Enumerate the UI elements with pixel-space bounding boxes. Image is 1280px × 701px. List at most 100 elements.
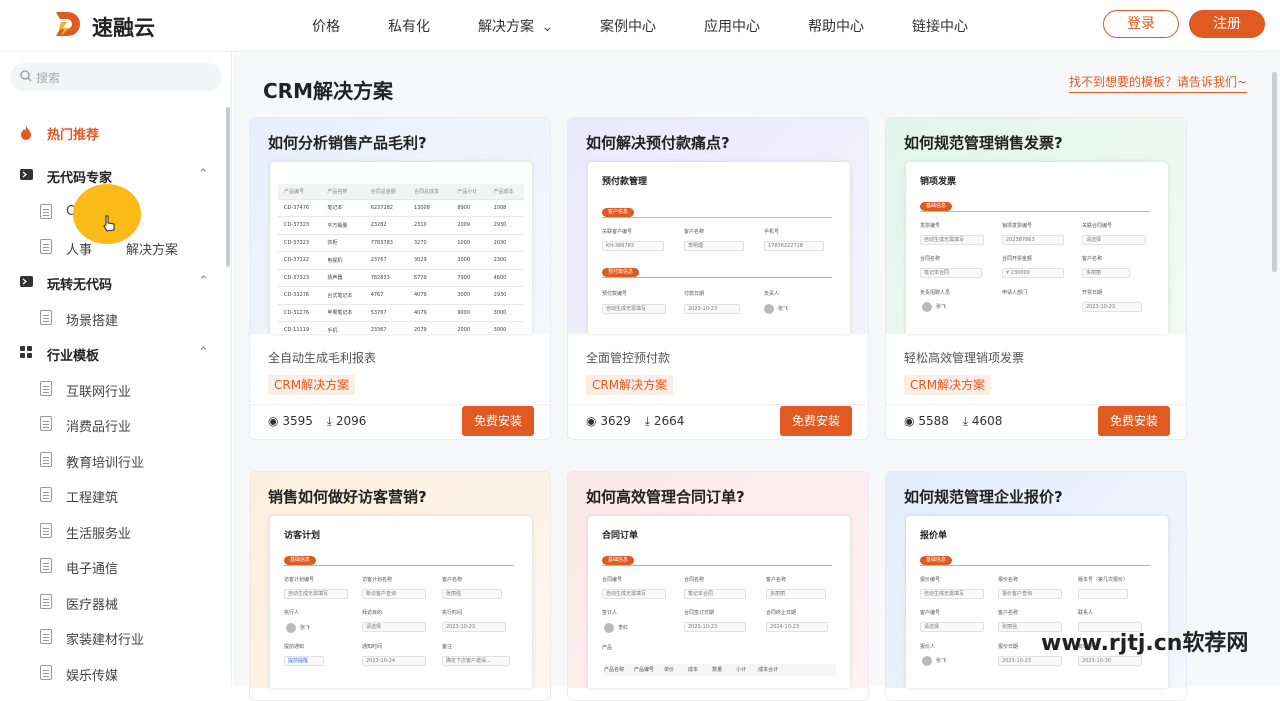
document-icon <box>40 594 52 609</box>
view-count: 5588 <box>918 414 949 428</box>
column-header: 产品名称 <box>604 667 625 673</box>
field-value: 张飞 <box>300 625 311 631</box>
field-value: 17836222728 <box>764 241 824 251</box>
card-stats: ◉ 5588 ⤓ 4608 <box>904 414 1002 429</box>
field-label: 销项发票编号 <box>1002 223 1033 229</box>
template-card[interactable]: 销售如何做好访客营销? 访客计划 基础信息 访客计划编号 自动生成无需填写 访客… <box>249 471 551 701</box>
table-row: CD-37323 衣柜 7783783 3270 1000 2030 <box>278 234 524 252</box>
preview-form-title: 报价单 <box>920 531 948 541</box>
nav-apps[interactable]: 应用中心 <box>704 16 760 36</box>
card-stats: ◉ 3629 ⤓ 2664 <box>586 414 684 429</box>
template-card[interactable]: 如何高效管理合同订单? 合同订单 基础信息 合同编号 自动生成无需填写 合同名称… <box>567 471 869 701</box>
card-description: 全面管控预付款 <box>586 351 671 365</box>
cell: CD-37122 <box>278 251 322 270</box>
sidebar-item-label: 生活服务业 <box>66 527 132 542</box>
nav-links[interactable]: 链接中心 <box>912 16 968 36</box>
card-stats: ◉ 3595 ⤓ 2096 <box>268 414 366 429</box>
login-button[interactable]: 登录 <box>1103 10 1179 38</box>
table-row: CD-11119 手机 23367 2079 2000 3000 <box>278 321 524 334</box>
cell: 衣柜 <box>321 234 365 252</box>
page-title: CRM解决方案 <box>263 79 393 103</box>
sidebar-item-label: 人事 <box>66 243 93 258</box>
column-header: 单价 <box>664 667 675 673</box>
nav-cases[interactable]: 案例中心 <box>600 16 656 36</box>
field-label: 合同名称 <box>920 256 941 262</box>
document-icon <box>40 452 52 467</box>
nav-pricing[interactable]: 价格 <box>312 16 340 36</box>
section-label: 无代码专家 <box>47 171 113 186</box>
install-button[interactable]: 免费安装 <box>462 406 534 436</box>
sidebar-item-label: 工程建筑 <box>66 491 119 506</box>
nav-help[interactable]: 帮助中心 <box>808 16 864 36</box>
sidebar-item-label: 互联网行业 <box>66 385 132 400</box>
field-value: 自动生成无需填写 <box>602 304 666 314</box>
field-value: 2023-10-23 <box>684 622 746 632</box>
chevron-up-icon[interactable]: ⌃ <box>198 167 209 182</box>
field-value: ¥ 230000 <box>1002 268 1064 278</box>
field-value: 张丽强 <box>442 589 502 599</box>
field-value: KH-386783 <box>602 241 664 251</box>
field-label: 客户名称 <box>766 577 787 583</box>
sidebar-scrollbar[interactable] <box>226 107 230 267</box>
preview-section-badge: 基础信息 <box>920 202 953 211</box>
cell: 13008 <box>408 199 452 217</box>
terminal-icon <box>20 276 33 287</box>
register-button[interactable]: 注册 <box>1189 10 1265 38</box>
table-header: 产品成本 <box>487 184 524 200</box>
field-value: 报价客户查询 <box>998 589 1062 599</box>
field-value: 多丽丽 <box>1082 268 1130 278</box>
preview-section-badge: 基础信息 <box>602 556 635 565</box>
divider <box>920 565 1150 566</box>
divider <box>602 565 832 566</box>
top-navbar: 速融云 价格 私有化 解决方案 ⌄ 案例中心 应用中心 帮助中心 链接中心 登录… <box>0 0 1280 52</box>
card-description: 全自动生成毛利报表 <box>268 351 377 365</box>
nav-solutions-label: 解决方案 <box>478 19 534 35</box>
preview-form-title: 销项发票 <box>920 177 957 187</box>
cell: 笔记本 <box>321 199 365 217</box>
nav-private-deploy[interactable]: 私有化 <box>388 16 430 36</box>
search-input[interactable]: 搜索 <box>10 63 222 91</box>
field-value: 自动生成无需填写 <box>920 235 984 245</box>
download-icon: ⤓ <box>962 414 968 428</box>
field-value: 2023-10-23 <box>442 622 506 632</box>
brand-logo-icon[interactable] <box>52 9 84 39</box>
chevron-up-icon[interactable]: ⌃ <box>198 274 209 289</box>
cell: 2079 <box>408 321 452 334</box>
template-card[interactable]: 如何规范管理企业报价? 报价单 基础信息 报价编号 自动生成无需填写 报价名称 … <box>885 471 1187 701</box>
request-template-link[interactable]: 找不到想要的模板？请告诉我们~ <box>1069 73 1248 93</box>
field-value: 请选择 <box>1082 235 1146 245</box>
field-value: 2024-10-23 <box>766 622 828 632</box>
avatar <box>286 623 296 633</box>
document-icon <box>40 665 52 680</box>
field-value: 张飞 <box>778 306 789 312</box>
field-value: 2023-10-30 <box>1078 656 1142 666</box>
chevron-down-icon: ⌄ <box>541 19 554 35</box>
sidebar-item-label: 医疗器械 <box>66 598 119 613</box>
field-value: 新访客户查询 <box>362 589 426 599</box>
template-card[interactable]: 如何解决预付款痛点? 预付款管理 客户信息 关联客户编号 KH-386783 客… <box>567 117 869 440</box>
field-value <box>1078 589 1128 599</box>
column-header: 成本 <box>688 667 699 673</box>
template-card[interactable]: 如何分析销售产品毛利? 产品编号 产品名称 合同总金额 合同总成本 产品小计 产… <box>249 117 551 440</box>
field-value: 2023-10-23 <box>998 656 1062 666</box>
install-button[interactable]: 免费安装 <box>780 406 852 436</box>
brand-name[interactable]: 速融云 <box>92 12 155 42</box>
install-button[interactable]: 免费安装 <box>1098 406 1170 436</box>
document-icon <box>40 310 52 325</box>
preview-section-badge: 客户信息 <box>602 208 635 217</box>
avatar <box>922 656 932 666</box>
table-header: 合同总金额 <box>364 184 408 200</box>
template-card[interactable]: 如何规范管理销售发票? 销项发票 基础信息 发票编号 自动生成无需填写 销项发票… <box>885 117 1187 440</box>
table-row: CD-31276 苹果笔记本 53767 4079 9000 3000 <box>278 304 524 322</box>
table-header: 合同总成本 <box>408 184 452 200</box>
cell: 3000 <box>487 304 524 322</box>
section-label: 行业模板 <box>47 349 100 364</box>
section-label: 玩转无代码 <box>47 278 113 293</box>
cell: 平方销量 <box>321 216 365 235</box>
main-scrollbar[interactable] <box>1272 72 1277 272</box>
document-icon <box>40 204 52 219</box>
field-label: 关联客户编号 <box>602 229 633 235</box>
nav-solutions[interactable]: 解决方案 ⌄ <box>478 16 553 36</box>
document-icon <box>40 487 52 502</box>
chevron-up-icon[interactable]: ⌃ <box>198 345 209 360</box>
